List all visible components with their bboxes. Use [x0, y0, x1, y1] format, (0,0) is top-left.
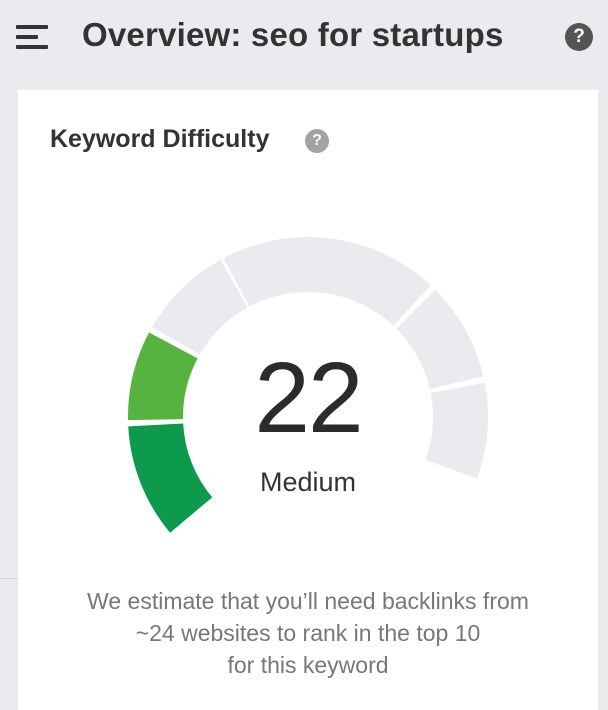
gauge-segment-empty	[223, 236, 431, 326]
menu-line	[16, 25, 48, 29]
app-header: Overview: seo for startups ?	[0, 0, 608, 78]
help-icon[interactable]: ?	[565, 23, 593, 51]
hamburger-menu-icon[interactable]	[16, 22, 50, 52]
keyword-difficulty-card: Keyword Difficulty ? 22 Medium We estima…	[18, 90, 598, 710]
estimate-line: We estimate that you’ll need backlinks f…	[87, 588, 529, 614]
backlink-estimate: We estimate that you’ll need backlinks f…	[38, 585, 578, 681]
difficulty-gauge	[128, 236, 489, 533]
menu-line	[16, 35, 38, 39]
estimate-line: for this keyword	[227, 652, 389, 678]
gauge-segment-filled	[128, 423, 213, 533]
estimate-line: ~24 websites to rank in the top 10	[135, 620, 481, 646]
page-title: Overview: seo for startups	[82, 16, 504, 53]
sidebar-divider	[0, 578, 18, 579]
menu-line	[16, 45, 48, 49]
difficulty-score: 22	[254, 342, 363, 454]
difficulty-level: Medium	[259, 467, 357, 497]
gauge-segment-empty	[425, 382, 489, 479]
